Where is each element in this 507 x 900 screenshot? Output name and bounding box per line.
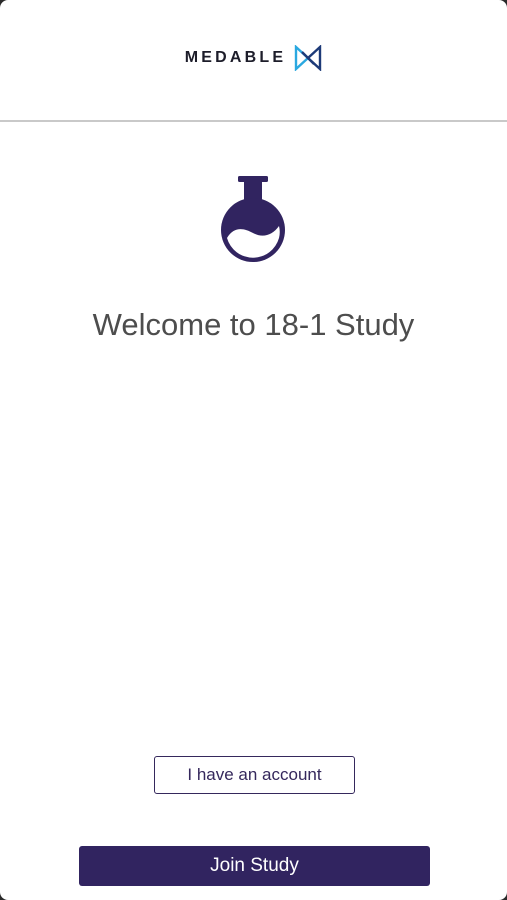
have-account-button[interactable]: I have an account — [154, 756, 355, 794]
brand: MEDABLE — [185, 45, 323, 71]
flask-icon — [221, 176, 285, 262]
welcome-title: Welcome to 18-1 Study — [92, 307, 415, 342]
brand-name: MEDABLE — [184, 49, 287, 66]
medable-logo-icon — [295, 45, 322, 71]
have-account-label: I have an account — [187, 765, 322, 784]
welcome-screen: MEDABLE Welcome to 18-1 Study I have an … — [0, 0, 507, 900]
header-divider — [0, 120, 507, 122]
join-study-label: Join Study — [210, 855, 299, 876]
join-study-button[interactable]: Join Study — [79, 846, 430, 886]
app-header: MEDABLE — [0, 0, 507, 120]
